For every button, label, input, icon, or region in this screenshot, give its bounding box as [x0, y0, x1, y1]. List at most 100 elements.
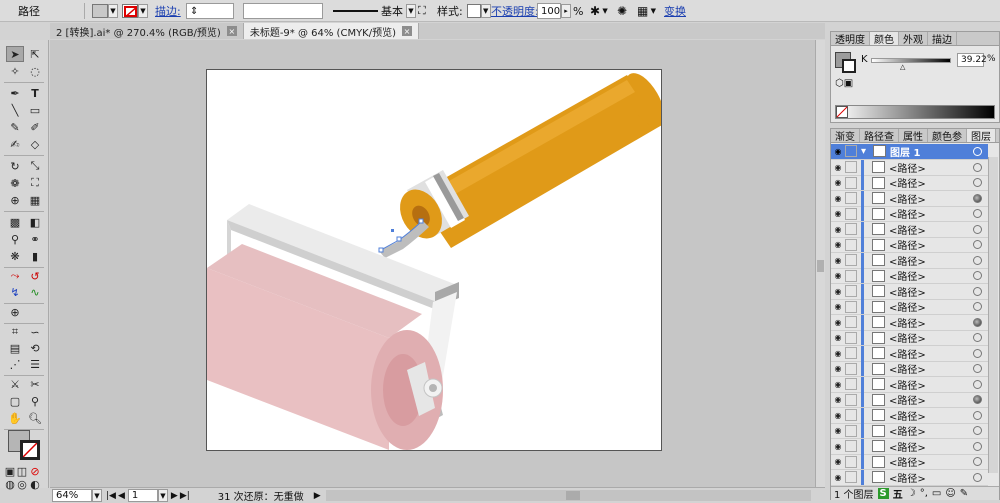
target-icon[interactable] — [973, 286, 982, 296]
chevron-down-icon[interactable]: ▼ — [92, 489, 102, 502]
path-name[interactable]: <路径> — [889, 470, 973, 485]
next-artboard-icon[interactable]: ▶ — [171, 491, 178, 501]
settings-wrench-icon[interactable]: ✎ — [960, 488, 968, 499]
layer-row-top[interactable]: ◉ ▾ 图层 1 — [831, 144, 988, 160]
layer-row[interactable]: ◉ <路径> — [831, 361, 988, 377]
lock-toggle[interactable] — [845, 378, 857, 391]
cube-warning-icon[interactable]: ⬡▣ — [835, 78, 855, 89]
column-graph-tool-icon[interactable]: ▮ — [26, 248, 44, 264]
pen-tool-icon[interactable]: ✒ — [6, 85, 24, 101]
perspective-grid-tool-icon[interactable]: ▦ — [26, 192, 44, 208]
paint-roller-illustration[interactable] — [207, 70, 662, 451]
tab-gradient[interactable]: 渐变 — [831, 129, 860, 143]
first-artboard-icon[interactable]: |◀ — [106, 491, 116, 501]
eye-icon[interactable]: ◉ — [831, 147, 845, 156]
free-transform-tool-icon[interactable]: ⛶ — [26, 175, 44, 191]
selection-tool-icon[interactable]: ➤ — [6, 46, 24, 62]
graphic-style-swatch[interactable] — [466, 4, 481, 18]
path-name[interactable]: <路径> — [889, 423, 973, 438]
eye-icon[interactable]: ◉ — [831, 380, 845, 389]
path-name[interactable]: <路径> — [889, 206, 973, 221]
draw-normal-icon[interactable]: ◍ — [4, 476, 16, 492]
stroke-label[interactable]: 描边: — [155, 3, 181, 19]
target-icon[interactable] — [973, 209, 982, 219]
lock-toggle[interactable] — [845, 424, 857, 437]
transform-label[interactable]: 变换 — [664, 3, 686, 19]
target-icon[interactable] — [973, 457, 982, 467]
rotate-view-tool-icon[interactable]: ⟲ — [26, 340, 44, 356]
eye-icon[interactable]: ◉ — [831, 426, 845, 435]
layer-row[interactable]: ◉ <路径> — [831, 407, 988, 424]
layer-row[interactable]: ◉ <路径> — [831, 268, 988, 284]
opacity-label[interactable]: 不透明度: — [491, 3, 539, 19]
target-icon[interactable] — [973, 224, 982, 234]
soft-keyboard-icon[interactable]: ▭ — [932, 488, 941, 499]
eye-icon[interactable]: ◉ — [831, 333, 845, 342]
eye-icon[interactable]: ◉ — [831, 411, 845, 420]
eye-icon[interactable]: ◉ — [831, 457, 845, 466]
path-name[interactable]: <路径> — [889, 175, 973, 190]
artboard-tool-icon[interactable]: ⌗ — [6, 324, 24, 340]
last-artboard-icon[interactable]: ▶| — [180, 491, 190, 501]
lock-toggle[interactable] — [845, 409, 857, 422]
chevron-down-icon[interactable]: ▾ — [861, 146, 873, 157]
chevron-down-icon[interactable]: ▼ — [600, 4, 610, 18]
eye-icon[interactable]: ◉ — [831, 163, 845, 172]
lock-toggle[interactable] — [845, 362, 857, 375]
lock-toggle[interactable] — [845, 331, 857, 344]
target-icon[interactable] — [973, 146, 982, 156]
eye-icon[interactable]: ◉ — [831, 225, 845, 234]
blob-brush-tool-icon[interactable]: ✍ — [6, 136, 24, 152]
canvas-area[interactable] — [50, 40, 825, 487]
eye-icon[interactable]: ◉ — [831, 364, 845, 373]
lasso-tool-icon[interactable]: ◌ — [26, 63, 44, 79]
path-name[interactable]: <路径> — [889, 191, 973, 206]
lock-toggle[interactable] — [845, 161, 857, 174]
lock-toggle[interactable] — [845, 223, 857, 236]
ime-mode-label[interactable]: 五 — [893, 486, 903, 501]
target-icon[interactable] — [973, 441, 982, 451]
close-icon[interactable]: × — [402, 26, 413, 36]
layers-scrollbar[interactable] — [988, 157, 998, 473]
slider-handle-icon[interactable]: △ — [900, 63, 905, 71]
layer-row[interactable]: ◉ <路径> — [831, 376, 988, 393]
scroll-thumb[interactable] — [817, 260, 824, 272]
moon-icon[interactable]: ☽ — [907, 488, 916, 499]
type-tool-icon[interactable]: T — [26, 85, 44, 101]
target-icon[interactable] — [973, 240, 982, 250]
artboard[interactable] — [206, 69, 662, 451]
layer-row[interactable]: ◉ <路径> — [831, 206, 988, 222]
k-channel-slider[interactable] — [871, 58, 951, 63]
stroke-color-swatch[interactable] — [842, 59, 856, 73]
opacity-input[interactable]: 100 — [537, 3, 561, 19]
magic-wand-tool-icon[interactable]: ✧ — [6, 63, 24, 79]
list-tool-icon[interactable]: ☰ — [26, 356, 44, 372]
opacity-field[interactable]: 100 ▸ % — [537, 2, 583, 20]
layer-row[interactable]: ◉ <路径> — [831, 190, 988, 207]
target-icon[interactable] — [973, 162, 982, 172]
width-tool-icon[interactable]: ∿ — [26, 284, 44, 300]
eye-icon[interactable]: ◉ — [831, 349, 845, 358]
stroke-weight-input[interactable]: ⇕ — [186, 3, 234, 19]
target-icon[interactable] — [973, 333, 982, 343]
blend-tool-icon[interactable]: ⚭ — [26, 231, 44, 247]
shape-builder-tool-icon[interactable]: ⊕ — [6, 192, 24, 208]
lock-toggle[interactable] — [845, 316, 857, 329]
target-icon[interactable] — [973, 255, 982, 265]
eyedropper-alt-tool-icon[interactable]: ⚲ — [26, 393, 44, 409]
color-spectrum-bar[interactable] — [835, 105, 995, 119]
layer-row[interactable]: ◉ <路径> — [831, 454, 988, 470]
zoom-level-input[interactable]: 64% — [52, 489, 92, 502]
path-name[interactable]: <路径> — [889, 253, 973, 268]
lock-toggle[interactable] — [845, 300, 857, 313]
layer-row[interactable]: ◉ <路径> — [831, 438, 988, 455]
path-name[interactable]: <路径> — [889, 222, 973, 237]
stroke-control[interactable]: ▼ — [122, 2, 148, 20]
layer-row[interactable]: ◉ <路径> — [831, 423, 988, 439]
screen-mode-icon[interactable]: ◐ — [29, 476, 41, 492]
tab-transparency[interactable]: 透明度 — [831, 32, 870, 46]
path-name[interactable]: <路径> — [889, 268, 973, 283]
rotate-tool-icon[interactable]: ↻ — [6, 158, 24, 174]
lock-toggle[interactable] — [845, 238, 857, 251]
eye-icon[interactable]: ◉ — [831, 473, 845, 482]
